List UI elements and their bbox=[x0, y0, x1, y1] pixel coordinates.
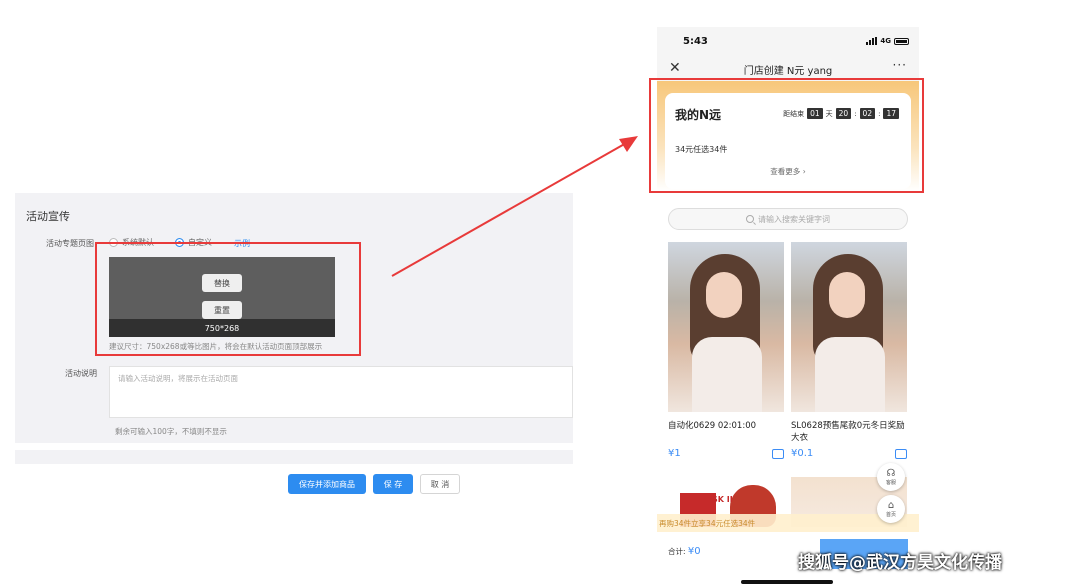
home-indicator bbox=[741, 580, 833, 584]
annotation-arrow bbox=[391, 136, 638, 277]
watermark: 搜狐号@武汉方昊文化传播 bbox=[798, 553, 1002, 573]
